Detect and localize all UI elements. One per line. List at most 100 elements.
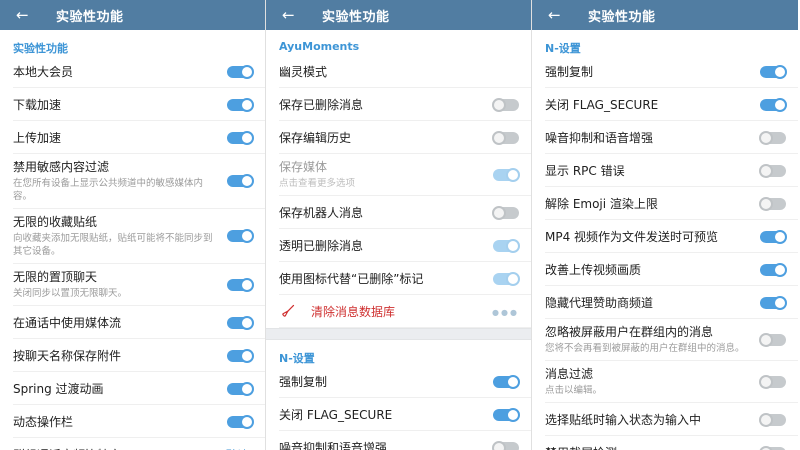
setting-row[interactable]: 群组通话音频比特率32kbps (默认) [0,438,265,450]
toggle-switch[interactable] [493,273,519,285]
toggle-switch[interactable] [493,169,519,181]
setting-row[interactable]: MP4 视频作为文件发送时可预览 [532,220,798,253]
setting-row[interactable]: 选择贴纸时输入状态为输入中 [532,403,798,436]
toggle-switch[interactable] [493,99,519,111]
setting-title: 清除消息数据库 [311,304,482,320]
toggle-switch[interactable] [227,383,253,395]
toggle-switch[interactable] [493,132,519,144]
toggle-switch[interactable] [760,376,786,388]
section-header: N-设置 [532,30,798,55]
toggle-switch[interactable] [760,297,786,309]
ellipsis-icon[interactable]: ●●● [492,307,519,317]
settings-screen-1: ←实验性功能实验性功能本地大会员下载加速上传加速禁用敏感内容过滤在您所有设备上显… [0,0,266,450]
setting-text: 禁用敏感内容过滤在您所有设备上显示公共频道中的敏感媒体内容。 [13,159,227,203]
setting-title: 无限的收藏贴纸 [13,214,217,230]
toggle-knob [773,263,787,277]
setting-row[interactable]: 强制复制 [532,55,798,88]
toggle-switch[interactable] [760,132,786,144]
setting-text: 清除消息数据库 [311,304,492,320]
setting-row[interactable]: 保存机器人消息 [266,196,531,229]
setting-title: 禁用敏感内容过滤 [13,159,217,175]
setting-title: 无限的置顶聊天 [13,269,217,285]
setting-title: 群组通话音频比特率 [13,447,165,450]
toggle-knob [506,408,520,422]
setting-row[interactable]: 下载加速 [0,88,265,121]
setting-text: 强制复制 [545,64,760,80]
setting-row[interactable]: 解除 Emoji 渲染上限 [532,187,798,220]
setting-row[interactable]: 在通话中使用媒体流 [0,306,265,339]
clear-message-db-row[interactable]: 清除消息数据库 ●●● [266,295,531,328]
back-arrow-icon[interactable]: ← [548,8,566,23]
setting-title: 选择贴纸时输入状态为输入中 [545,412,750,428]
setting-row[interactable]: 按聊天名称保存附件 [0,339,265,372]
toggle-knob [492,441,506,450]
setting-row[interactable]: 保存已删除消息 [266,88,531,121]
setting-title: 保存媒体 [279,159,483,175]
setting-text: 透明已删除消息 [279,238,493,254]
toggle-switch[interactable] [227,279,253,291]
toggle-knob [240,316,254,330]
setting-row[interactable]: 使用图标代替“已删除”标记 [266,262,531,295]
toggle-switch[interactable] [227,99,253,111]
setting-row[interactable]: 显示 RPC 错误 [532,154,798,187]
setting-row[interactable]: 忽略被屏蔽用户在群组内的消息您将不会再看到被屏蔽的用户在群组中的消息。 [532,319,798,361]
toggle-switch[interactable] [227,230,253,242]
setting-title: 关闭 FLAG_SECURE [279,407,483,423]
toggle-knob [240,131,254,145]
toggle-switch[interactable] [227,350,253,362]
setting-row[interactable]: 隐藏代理赞助商频道 [532,286,798,319]
toggle-knob [759,375,773,389]
back-arrow-icon[interactable]: ← [282,8,300,23]
toggle-switch[interactable] [227,66,253,78]
toggle-switch[interactable] [760,99,786,111]
setting-row[interactable]: 改善上传视频画质 [532,253,798,286]
setting-subtitle: 关闭同步以置顶无限聊天。 [13,287,217,300]
setting-row[interactable]: 无限的收藏贴纸向收藏夹添加无限贴纸，贴纸可能将不能同步到其它设备。 [0,209,265,264]
toggle-switch[interactable] [760,165,786,177]
setting-row[interactable]: 保存编辑历史 [266,121,531,154]
toggle-switch[interactable] [760,264,786,276]
toggle-switch[interactable] [493,442,519,450]
setting-row[interactable]: Spring 过渡动画 [0,372,265,405]
toggle-switch[interactable] [760,66,786,78]
toggle-switch[interactable] [760,414,786,426]
setting-row[interactable]: 噪音抑制和语音增强 [532,121,798,154]
toggle-switch[interactable] [493,207,519,219]
toggle-switch[interactable] [493,409,519,421]
toggle-switch[interactable] [227,175,253,187]
setting-title: 本地大会员 [13,64,217,80]
setting-subtitle: 点击以编辑。 [545,384,750,397]
setting-title: 关闭 FLAG_SECURE [545,97,750,113]
setting-row[interactable]: 保存媒体点击查看更多选项 [266,154,531,196]
setting-text: 显示 RPC 错误 [545,163,760,179]
toggle-switch[interactable] [493,240,519,252]
setting-row[interactable]: 禁用截屏检测 [532,436,798,450]
setting-row[interactable]: 幽灵模式 [266,55,531,88]
toggle-switch[interactable] [760,334,786,346]
setting-row[interactable]: 关闭 FLAG_SECURE [266,398,531,431]
toggle-switch[interactable] [493,376,519,388]
setting-row[interactable]: 无限的置顶聊天关闭同步以置顶无限聊天。 [0,264,265,306]
toggle-switch[interactable] [760,198,786,210]
app-bar: ←实验性功能 [0,0,265,30]
toggle-switch[interactable] [227,317,253,329]
setting-row[interactable]: 上传加速 [0,121,265,154]
setting-row[interactable]: 噪音抑制和语音增强 [266,431,531,450]
setting-row[interactable]: 透明已删除消息 [266,229,531,262]
setting-text: Spring 过渡动画 [13,381,227,397]
toggle-switch[interactable] [760,447,786,450]
setting-row[interactable]: 本地大会员 [0,55,265,88]
app-bar-title: 实验性功能 [322,6,390,25]
toggle-switch[interactable] [227,132,253,144]
setting-row[interactable]: 消息过滤点击以编辑。 [532,361,798,403]
setting-row[interactable]: 强制复制 [266,365,531,398]
setting-row[interactable]: 动态操作栏 [0,405,265,438]
back-arrow-icon[interactable]: ← [16,8,34,23]
section-divider [266,328,531,340]
setting-row[interactable]: 禁用敏感内容过滤在您所有设备上显示公共频道中的敏感媒体内容。 [0,154,265,209]
toggle-switch[interactable] [760,231,786,243]
setting-title: 噪音抑制和语音增强 [545,130,750,146]
experimental-settings-screens: ←实验性功能 实验性功能本地大会员下载加速上传加速禁用敏感内容过滤在您所有设备上显… [0,0,800,450]
toggle-switch[interactable] [227,416,253,428]
setting-row[interactable]: 关闭 FLAG_SECURE [532,88,798,121]
